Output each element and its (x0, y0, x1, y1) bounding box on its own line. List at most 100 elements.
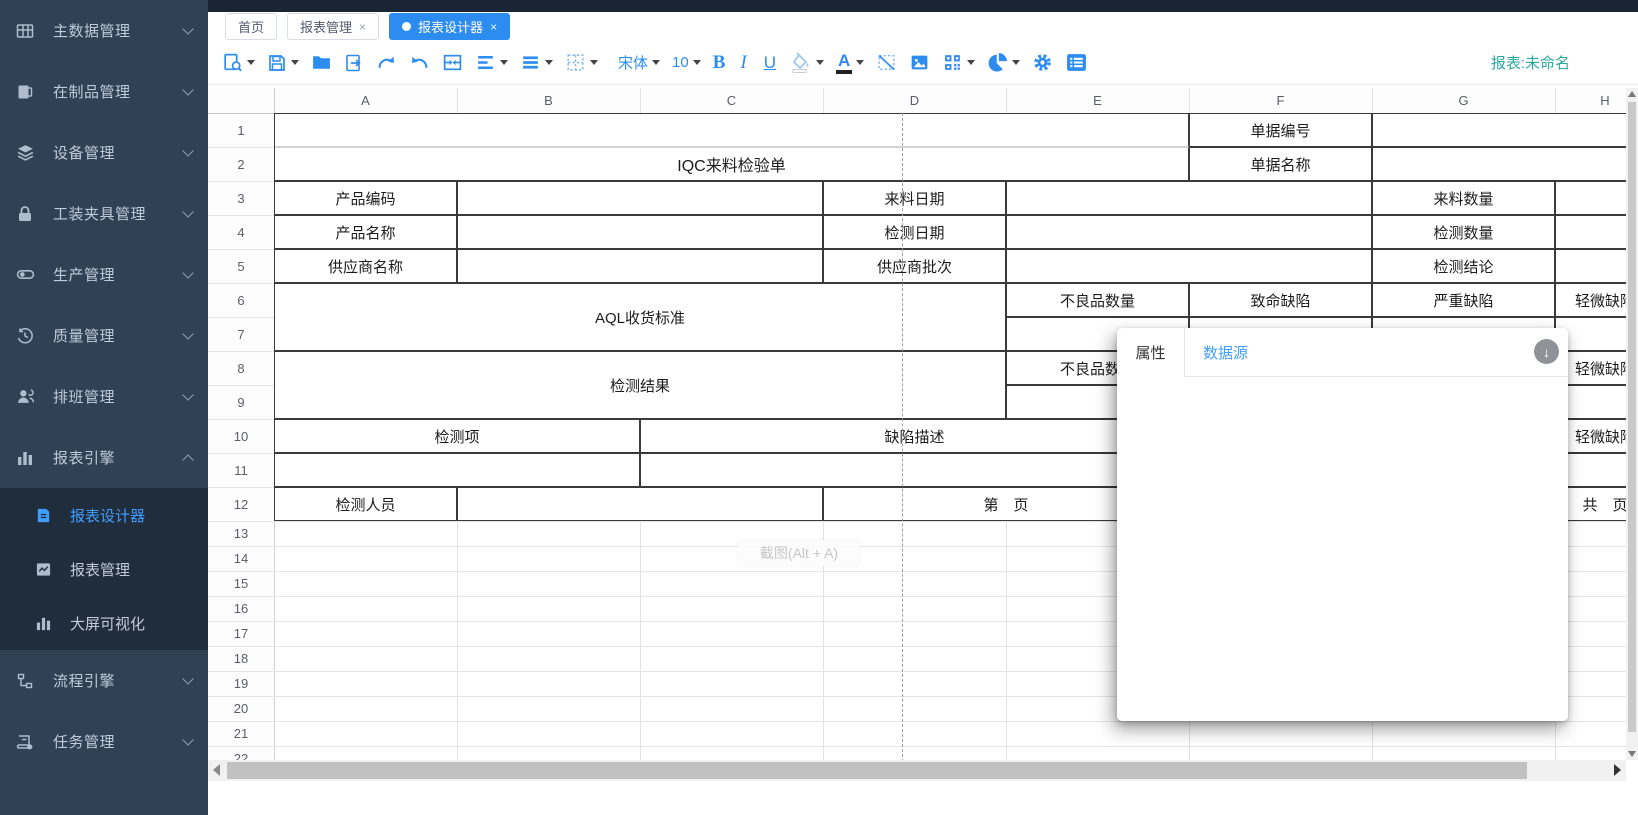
sheet-cell[interactable]: 检测日期 (823, 215, 1006, 249)
sheet-cell[interactable] (274, 113, 1189, 147)
column-header[interactable]: A (274, 88, 457, 113)
row-header[interactable]: 3 (208, 181, 274, 215)
sheet-cell[interactable]: 检测项 (274, 419, 640, 453)
scroll-left-arrow-icon[interactable] (213, 764, 220, 776)
scroll-down-arrow-icon[interactable] (1628, 751, 1636, 757)
chart-button[interactable] (983, 49, 1024, 76)
row-header[interactable]: 9 (208, 385, 274, 419)
sheet-cell[interactable]: 供应商名称 (274, 249, 457, 283)
sidebar-item-equipment[interactable]: 设备管理 (0, 122, 208, 183)
row-header[interactable]: 20 (208, 696, 274, 721)
panel-tab-datasource[interactable]: 数据源 (1203, 328, 1248, 377)
sidebar-item-fixture[interactable]: 工装夹具管理 (0, 183, 208, 244)
sheet-cell[interactable]: 单据编号 (1189, 113, 1372, 147)
sheet-cell[interactable] (1555, 215, 1626, 249)
sheet-cell[interactable] (1372, 113, 1626, 147)
sheet-cell[interactable]: 单据名称 (1189, 147, 1372, 181)
sheet-cell[interactable] (457, 487, 823, 521)
import-button[interactable] (340, 50, 368, 76)
row-header[interactable]: 21 (208, 721, 274, 746)
row-header[interactable]: 15 (208, 571, 274, 596)
sheet-cell[interactable]: 检测结果 (274, 351, 1006, 419)
tab-report-management[interactable]: 报表管理 × (287, 13, 379, 40)
sheet-cell[interactable] (274, 453, 640, 487)
sheet-cell[interactable]: 来料数量 (1372, 181, 1555, 215)
column-header[interactable]: D (823, 88, 1006, 113)
sheet-cell[interactable]: 检测人员 (274, 487, 457, 521)
row-header[interactable]: 8 (208, 351, 274, 385)
panel-collapse-button[interactable]: ↓ (1534, 339, 1559, 364)
sheet-cell[interactable] (1006, 181, 1372, 215)
row-header[interactable]: 6 (208, 283, 274, 317)
scroll-right-arrow-icon[interactable] (1614, 764, 1621, 776)
sheet-cell[interactable] (640, 453, 1189, 487)
sheet-cell[interactable] (457, 249, 823, 283)
vertical-scrollbar[interactable] (1626, 88, 1638, 760)
align-button[interactable] (471, 49, 512, 76)
horizontal-scrollbar[interactable] (208, 760, 1626, 781)
font-size-select[interactable]: 10 (668, 51, 705, 74)
settings-button[interactable] (1028, 49, 1057, 76)
vertical-scroll-thumb[interactable] (1628, 102, 1636, 732)
merge-cells-button[interactable] (438, 49, 467, 76)
sheet-cell[interactable]: 产品编码 (274, 181, 457, 215)
sheet-cell[interactable]: 不良品数量 (1006, 283, 1189, 317)
sheet-cell[interactable]: 致命缺陷 (1189, 283, 1372, 317)
sidebar-item-report-management[interactable]: 报表管理 (0, 542, 208, 596)
italic-button[interactable]: I (733, 49, 753, 77)
qrcode-button[interactable] (938, 49, 979, 76)
tab-home[interactable]: 首页 (225, 13, 277, 40)
borders-button[interactable] (561, 49, 602, 76)
sheet-cell[interactable]: 严重缺陷 (1372, 283, 1555, 317)
save-button[interactable] (263, 50, 303, 76)
column-header[interactable]: F (1189, 88, 1372, 113)
sheet-cell[interactable] (1006, 215, 1372, 249)
diagonal-cell-button[interactable] (872, 49, 901, 76)
sidebar-item-scheduling[interactable]: 排班管理 (0, 366, 208, 427)
sidebar-item-master-data[interactable]: 主数据管理 (0, 0, 208, 61)
font-family-select[interactable]: 宋体 (614, 49, 664, 76)
underline-button[interactable]: U (758, 50, 782, 76)
row-header[interactable]: 4 (208, 215, 274, 249)
fill-color-button[interactable] (786, 50, 828, 76)
open-button[interactable] (307, 49, 336, 76)
panel-toggle-button[interactable] (1061, 49, 1092, 76)
row-header[interactable]: 13 (208, 521, 274, 546)
undo-button[interactable] (405, 49, 434, 76)
insert-image-button[interactable] (905, 49, 934, 76)
sheet-cell[interactable] (1555, 181, 1626, 215)
column-header[interactable]: E (1006, 88, 1189, 113)
sheet-cell[interactable] (1555, 249, 1626, 283)
row-header[interactable]: 2 (208, 147, 274, 181)
row-header[interactable]: 10 (208, 419, 274, 453)
sidebar-item-report-engine[interactable]: 报表引擎 (0, 427, 208, 488)
column-header[interactable]: B (457, 88, 640, 113)
row-header[interactable]: 1 (208, 113, 274, 147)
sheet-cell[interactable]: 供应商批次 (823, 249, 1006, 283)
sheet-cell[interactable] (457, 215, 823, 249)
sheet-cell[interactable]: 检测数量 (1372, 215, 1555, 249)
close-icon[interactable]: × (490, 21, 497, 33)
sheet-cell[interactable]: 轻微缺陷 (1555, 283, 1626, 317)
row-header[interactable]: 17 (208, 621, 274, 646)
row-header[interactable]: 7 (208, 317, 274, 351)
row-header[interactable]: 19 (208, 671, 274, 696)
row-header[interactable]: 18 (208, 646, 274, 671)
sidebar-item-quality[interactable]: 质量管理 (0, 305, 208, 366)
row-header[interactable]: 16 (208, 596, 274, 621)
column-header[interactable]: H (1555, 88, 1626, 113)
sheet-cell[interactable]: 检测结论 (1372, 249, 1555, 283)
line-style-button[interactable] (516, 49, 557, 76)
sidebar-item-wip[interactable]: 在制品管理 (0, 61, 208, 122)
sheet-cell[interactable] (1006, 249, 1372, 283)
redo-button[interactable] (372, 49, 401, 76)
horizontal-scroll-thumb[interactable] (227, 762, 1527, 779)
sidebar-item-flow-engine[interactable]: 流程引擎 (0, 650, 208, 711)
sidebar-item-production[interactable]: 生产管理 (0, 244, 208, 305)
preview-button[interactable] (218, 49, 259, 76)
sheet-cell[interactable]: AQL收货标准 (274, 283, 1006, 351)
sidebar-item-bigscreen[interactable]: 大屏可视化 (0, 596, 208, 650)
sheet-cell[interactable]: IQC来料检验单 (274, 147, 1189, 181)
sheet-cell[interactable]: 缺陷描述 (640, 419, 1189, 453)
sheet-cell[interactable] (457, 181, 823, 215)
